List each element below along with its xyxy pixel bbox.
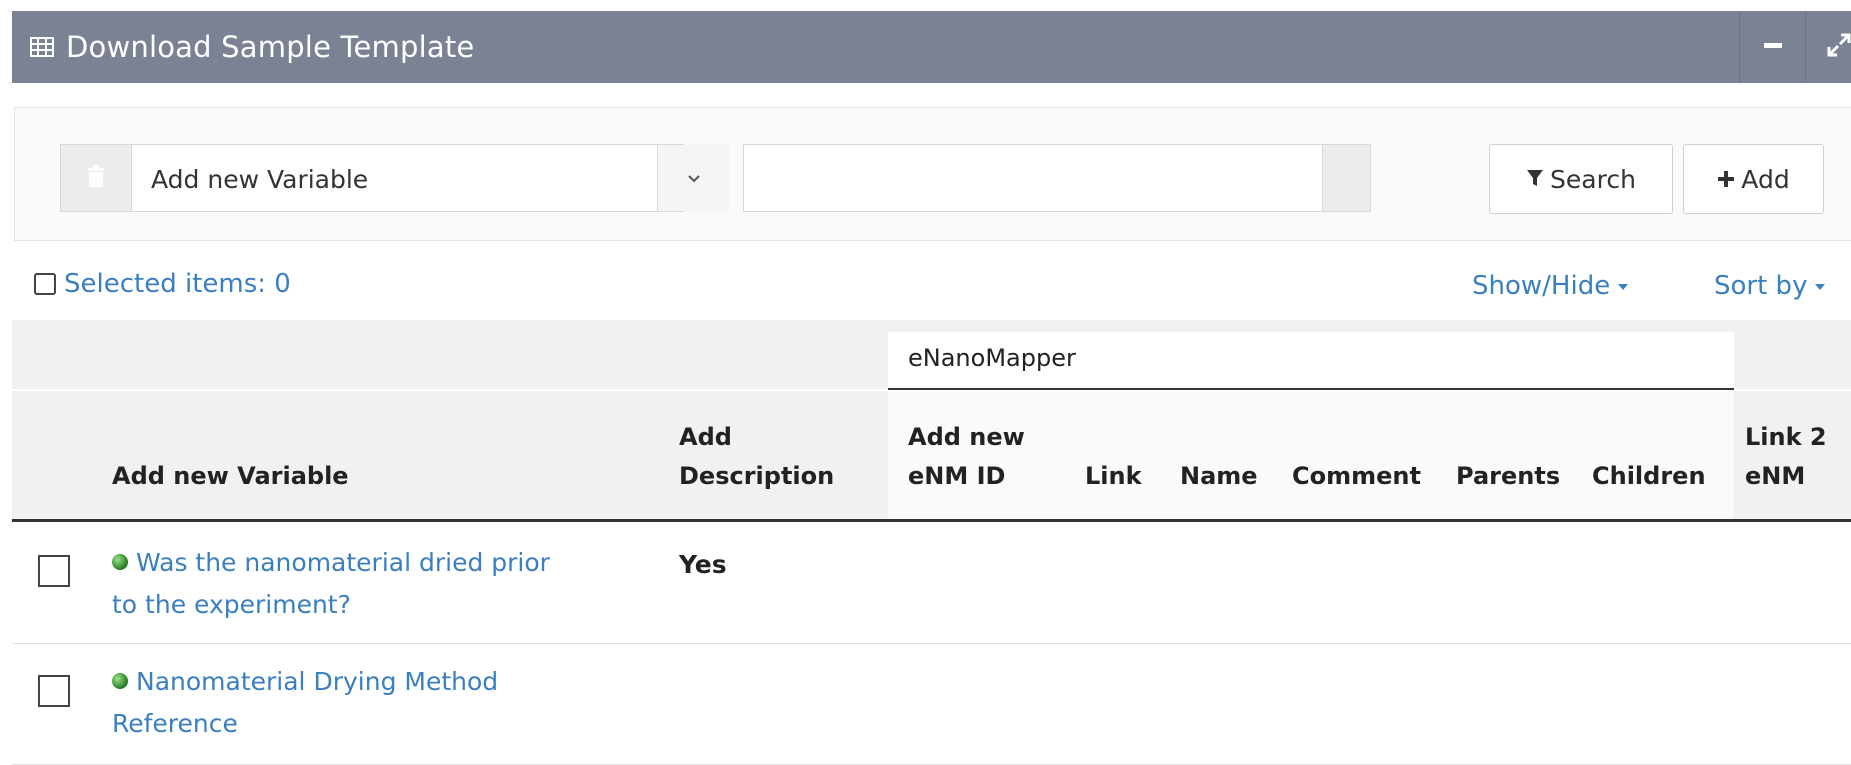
- variable-link[interactable]: Was the nanomaterial dried prior to the …: [112, 542, 632, 626]
- green-status-icon: [112, 554, 128, 570]
- selected-items-count: Selected items: 0: [64, 269, 291, 299]
- row-description: Yes: [679, 550, 727, 579]
- search-button[interactable]: Search: [1489, 144, 1673, 214]
- col-header-children[interactable]: Children: [1592, 457, 1706, 496]
- maximize-button[interactable]: [1805, 11, 1851, 83]
- sort-by-label: Sort by: [1714, 271, 1808, 301]
- add-button[interactable]: Add: [1683, 144, 1824, 214]
- col-header-name-label: Name: [1180, 462, 1258, 490]
- col-header-comment-label: Comment: [1292, 462, 1421, 490]
- table-group-header-row: eNanoMapper: [12, 320, 1851, 390]
- variable-name-line2: to the experiment?: [112, 590, 351, 619]
- col-header-description-line2: Description: [679, 462, 835, 490]
- minus-icon: [1761, 33, 1785, 61]
- variable-name-line1: Nanomaterial Drying Method: [136, 667, 499, 696]
- caret-down-icon: [1815, 283, 1826, 290]
- search-button-label: Search: [1550, 164, 1636, 194]
- table-icon: [30, 35, 54, 59]
- col-header-link2-enm[interactable]: Link 2 eNM: [1745, 418, 1827, 496]
- col-header-link2-line1: Link 2: [1745, 423, 1827, 451]
- search-input[interactable]: [743, 144, 1323, 212]
- panel-header: Download Sample Template: [12, 11, 1851, 83]
- col-header-link-label: Link: [1085, 462, 1142, 490]
- show-hide-label: Show/Hide: [1472, 271, 1611, 301]
- variable-select-value: Add new Variable: [151, 165, 369, 194]
- minimize-button[interactable]: [1739, 11, 1806, 83]
- delete-button[interactable]: [61, 145, 132, 211]
- select-all-toggle[interactable]: Selected items: 0: [34, 269, 291, 299]
- select-all-checkbox[interactable]: [34, 273, 56, 295]
- green-status-icon: [112, 673, 128, 689]
- row-checkbox[interactable]: [38, 555, 70, 587]
- table-row: Nanomaterial Drying Method Reference: [12, 644, 1851, 765]
- variable-link[interactable]: Nanomaterial Drying Method Reference: [112, 661, 632, 745]
- col-header-enm-id[interactable]: Add new eNM ID: [908, 418, 1025, 496]
- chevron-down-icon: [687, 169, 701, 188]
- col-header-variable-label: Add new Variable: [112, 462, 349, 490]
- panel-title: Download Sample Template: [66, 30, 475, 64]
- trash-icon: [86, 164, 106, 192]
- group-header-enanomapper: eNanoMapper: [888, 332, 1734, 390]
- col-header-description[interactable]: Add Description: [679, 418, 834, 496]
- col-header-parents[interactable]: Parents: [1456, 457, 1560, 496]
- select-dropdown-toggle[interactable]: [657, 145, 730, 211]
- group-header-label: eNanoMapper: [908, 344, 1076, 372]
- plus-icon: [1717, 165, 1735, 194]
- table-header-row: Add new Variable Add Description Add new…: [12, 391, 1851, 522]
- col-header-link2-line2: eNM: [1745, 462, 1806, 490]
- col-header-variable[interactable]: Add new Variable: [112, 457, 349, 496]
- col-header-name[interactable]: Name: [1180, 457, 1258, 496]
- caret-down-icon: [1618, 283, 1629, 290]
- col-header-link[interactable]: Link: [1085, 457, 1142, 496]
- col-header-children-label: Children: [1592, 462, 1706, 490]
- table-row: Was the nanomaterial dried prior to the …: [12, 522, 1851, 644]
- variable-name-line2: Reference: [112, 709, 238, 738]
- search-input-addon: [1323, 144, 1371, 212]
- download-sample-template-panel: Download Sample Template Add new Variabl…: [12, 11, 1851, 765]
- add-button-label: Add: [1741, 164, 1790, 194]
- col-header-parents-label: Parents: [1456, 462, 1561, 490]
- filter-icon: [1526, 165, 1544, 194]
- col-header-description-line1: Add: [679, 423, 732, 451]
- variable-select[interactable]: Add new Variable: [60, 144, 730, 212]
- col-header-enm-id-line1: Add new: [908, 423, 1025, 451]
- toolbar: Add new Variable Search Add: [14, 107, 1851, 241]
- variable-name-line1: Was the nanomaterial dried prior: [136, 548, 550, 577]
- col-header-enm-id-line2: eNM ID: [908, 462, 1006, 490]
- expand-icon: [1826, 32, 1851, 62]
- show-hide-dropdown[interactable]: Show/Hide: [1472, 271, 1629, 301]
- sort-by-dropdown[interactable]: Sort by: [1714, 271, 1826, 301]
- row-checkbox[interactable]: [38, 675, 70, 707]
- col-header-comment[interactable]: Comment: [1292, 457, 1421, 496]
